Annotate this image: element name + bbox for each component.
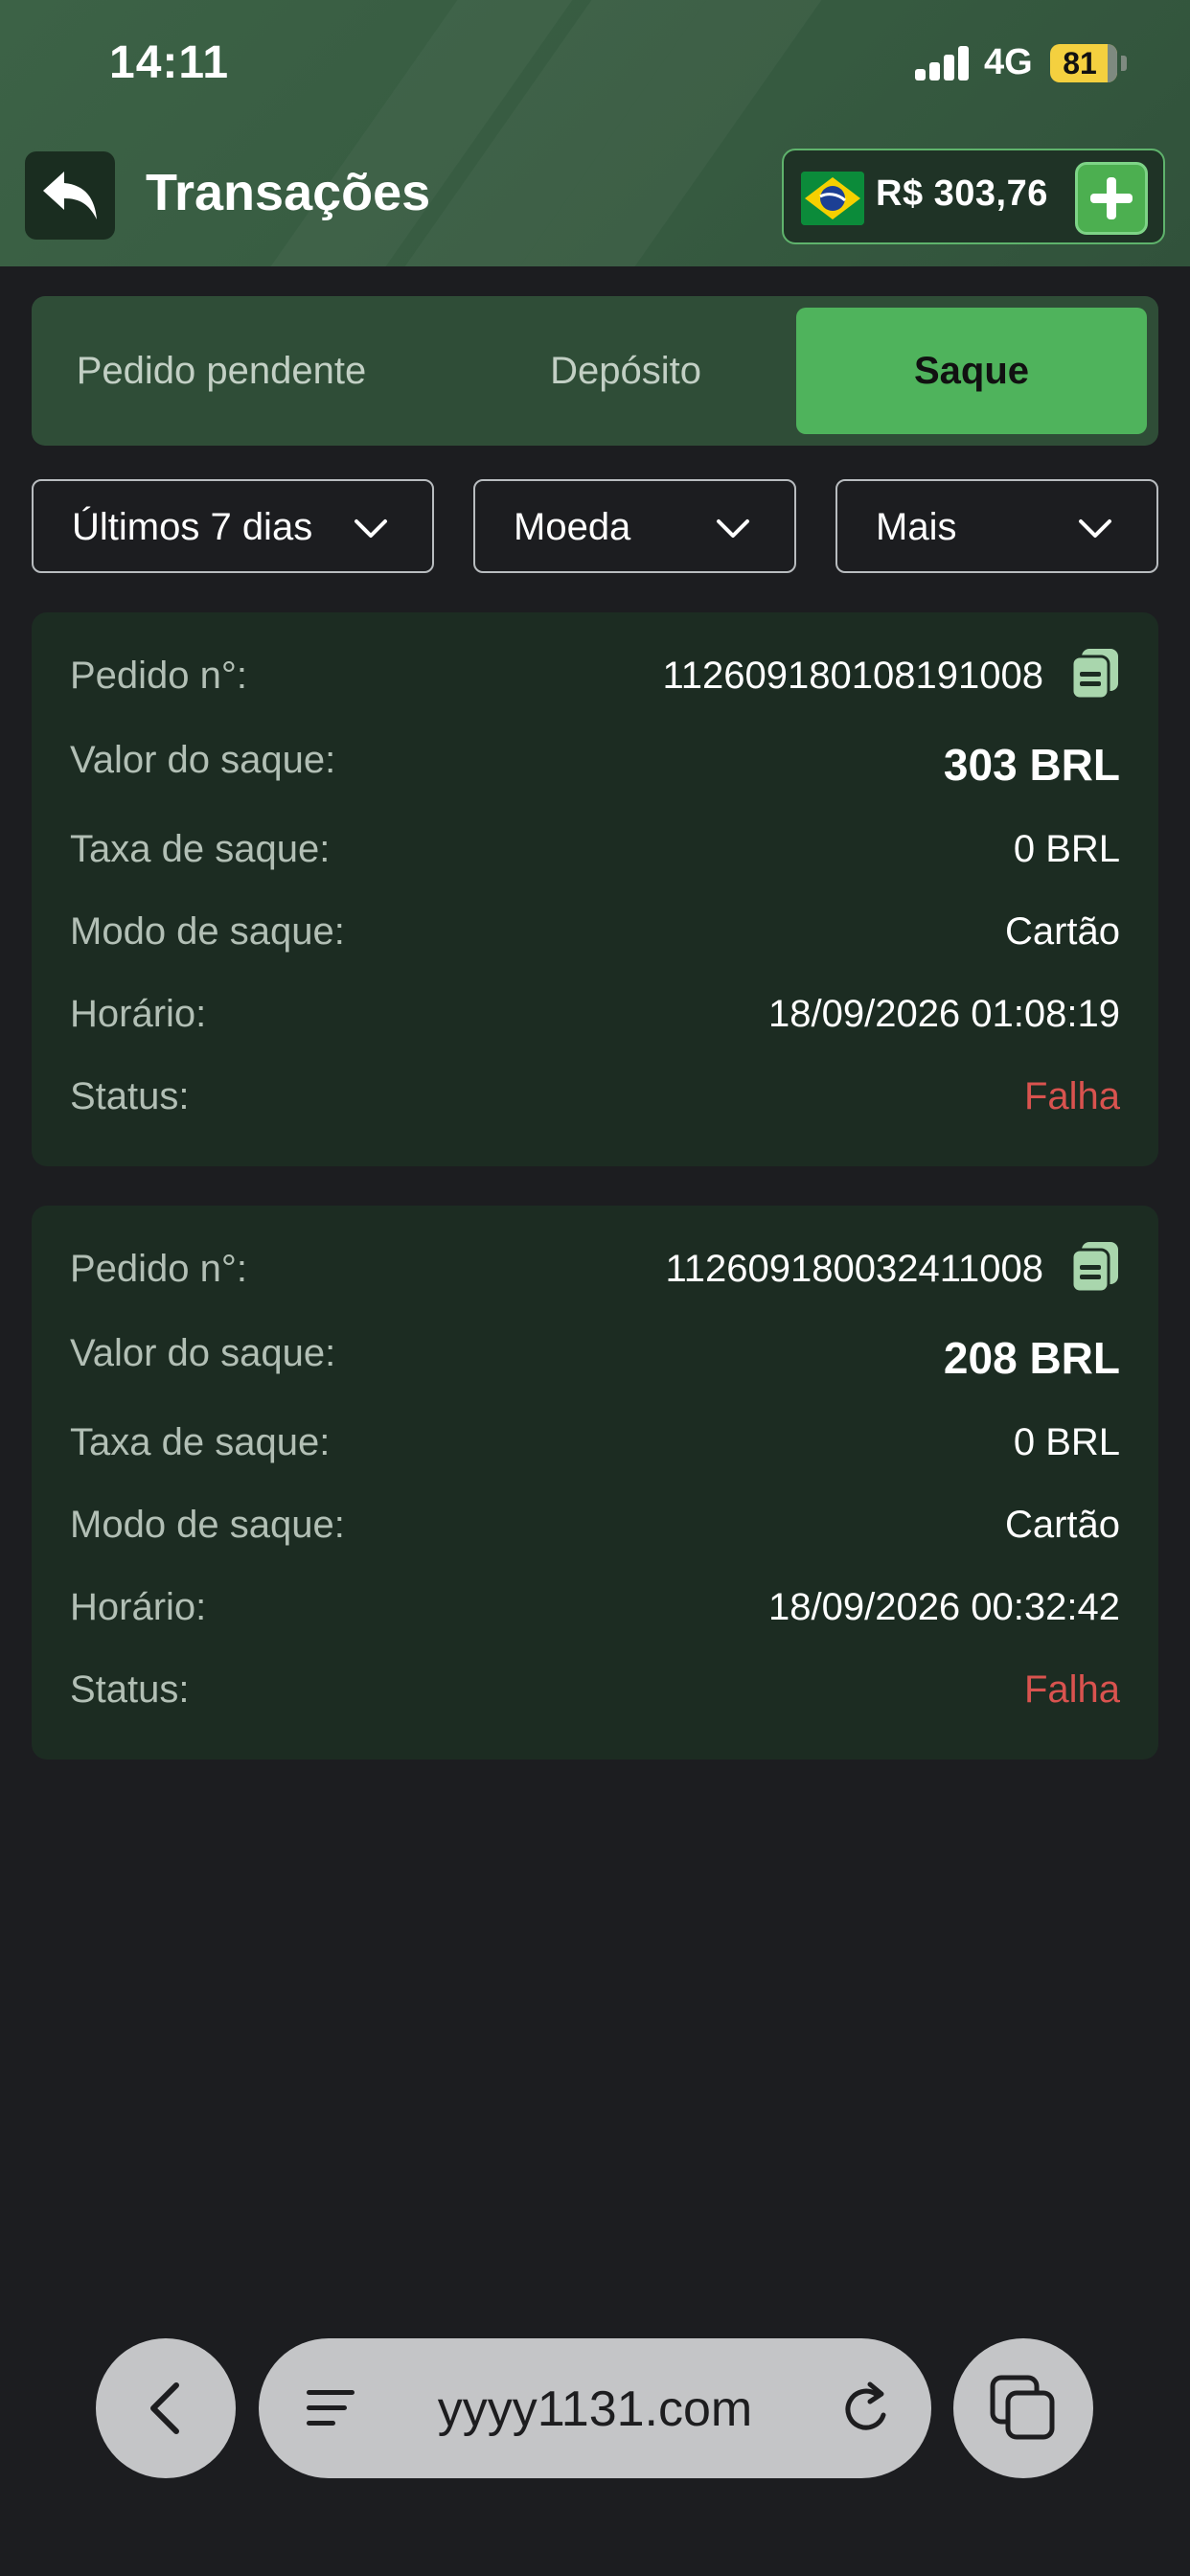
- status-row: Status: Falha: [70, 1668, 1120, 1726]
- brazil-flag-icon: [801, 172, 864, 225]
- network-type: 4G: [984, 42, 1033, 82]
- mode-row: Modo de saque: Cartão: [70, 910, 1120, 968]
- time-label: Horário:: [70, 1586, 207, 1628]
- fee-label: Taxa de saque:: [70, 1421, 331, 1463]
- withdrawal-fee: 0 BRL: [1013, 1421, 1120, 1463]
- url-text: yyyy1131.com: [437, 2381, 753, 2437]
- transaction-time: 18/09/2026 00:32:42: [767, 1586, 1120, 1628]
- transaction-card: Pedido n°: 112609180108191008 Valor do s…: [32, 612, 1158, 1166]
- chevron-down-icon: [717, 519, 749, 538]
- app-header: 14:11 4G 81 Transações R$ 303,76: [0, 0, 1190, 266]
- browser-address-bar[interactable]: yyyy1131.com: [259, 2338, 931, 2478]
- battery-level: 81: [1063, 46, 1097, 80]
- signal-icon: [915, 46, 971, 80]
- withdrawal-fee: 0 BRL: [1013, 828, 1120, 870]
- transaction-tabs: Pedido pendente Depósito Saque: [32, 296, 1158, 446]
- balance-amount: R$ 303,76: [876, 173, 1048, 214]
- mode-row: Modo de saque: Cartão: [70, 1504, 1120, 1561]
- fee-row: Taxa de saque: 0 BRL: [70, 828, 1120, 886]
- amount-row: Valor do saque: 303 BRL: [70, 739, 1120, 796]
- chevron-down-icon: [1079, 519, 1111, 538]
- mode-label: Modo de saque:: [70, 1504, 345, 1546]
- amount-row: Valor do saque: 208 BRL: [70, 1332, 1120, 1390]
- status-bar: 14:11 4G 81: [0, 0, 1190, 134]
- time-row: Horário: 18/09/2026 00:32:42: [70, 1586, 1120, 1644]
- balance-widget[interactable]: R$ 303,76: [782, 149, 1165, 244]
- status-label: Status:: [70, 1668, 190, 1711]
- battery-icon: 81: [1050, 44, 1117, 82]
- fee-label: Taxa de saque:: [70, 828, 331, 870]
- back-button[interactable]: [25, 151, 115, 240]
- filter-label: Últimos 7 dias: [72, 506, 313, 548]
- status-badge: Falha: [1023, 1075, 1120, 1117]
- filter-label: Moeda: [514, 506, 631, 548]
- tab-withdrawal[interactable]: Saque: [796, 308, 1147, 434]
- more-filter[interactable]: Mais: [835, 479, 1158, 573]
- copy-icon[interactable]: [1070, 647, 1120, 701]
- add-funds-button[interactable]: [1075, 162, 1148, 235]
- plus-icon: [1090, 177, 1133, 219]
- transaction-card: Pedido n°: 112609180032411008 Valor do s…: [32, 1206, 1158, 1760]
- browser-back-button[interactable]: [96, 2338, 236, 2478]
- tab-deposit[interactable]: Depósito: [434, 308, 817, 434]
- date-range-filter[interactable]: Últimos 7 dias: [32, 479, 434, 573]
- order-row: Pedido n°: 112609180032411008: [70, 1242, 1120, 1305]
- withdrawal-amount: 208 BRL: [943, 1333, 1120, 1383]
- amount-label: Valor do saque:: [70, 1332, 336, 1374]
- chevron-left-icon: [150, 2382, 179, 2434]
- withdrawal-mode: Cartão: [1004, 910, 1120, 953]
- order-number: 112609180108191008: [662, 655, 1043, 697]
- transaction-time: 18/09/2026 01:08:19: [767, 993, 1120, 1035]
- status-label: Status:: [70, 1075, 190, 1117]
- time-row: Horário: 18/09/2026 01:08:19: [70, 993, 1120, 1050]
- currency-filter[interactable]: Moeda: [473, 479, 796, 573]
- browser-tabs-button[interactable]: [953, 2338, 1093, 2478]
- page: 14:11 4G 81 Transações R$ 303,76 Pedido …: [0, 0, 1190, 2576]
- order-row: Pedido n°: 112609180108191008: [70, 649, 1120, 712]
- fee-row: Taxa de saque: 0 BRL: [70, 1421, 1120, 1479]
- order-label: Pedido n°:: [70, 655, 248, 697]
- filter-label: Mais: [876, 506, 957, 548]
- withdrawal-mode: Cartão: [1004, 1504, 1120, 1546]
- copy-icon[interactable]: [1070, 1240, 1120, 1294]
- status-time: 14:11: [109, 37, 230, 88]
- tabs-icon: [990, 2375, 1055, 2440]
- tab-pending-order[interactable]: Pedido pendente: [32, 308, 411, 434]
- order-number: 112609180032411008: [665, 1248, 1044, 1290]
- withdrawal-amount: 303 BRL: [943, 740, 1120, 790]
- status-row: Status: Falha: [70, 1075, 1120, 1133]
- page-title: Transações: [146, 164, 431, 221]
- amount-label: Valor do saque:: [70, 739, 336, 781]
- status-badge: Falha: [1023, 1668, 1120, 1711]
- chevron-down-icon: [355, 519, 387, 538]
- order-label: Pedido n°:: [70, 1248, 248, 1290]
- mode-label: Modo de saque:: [70, 910, 345, 953]
- reload-icon[interactable]: [839, 2379, 895, 2438]
- time-label: Horário:: [70, 993, 207, 1035]
- reply-arrow-icon: [43, 172, 97, 219]
